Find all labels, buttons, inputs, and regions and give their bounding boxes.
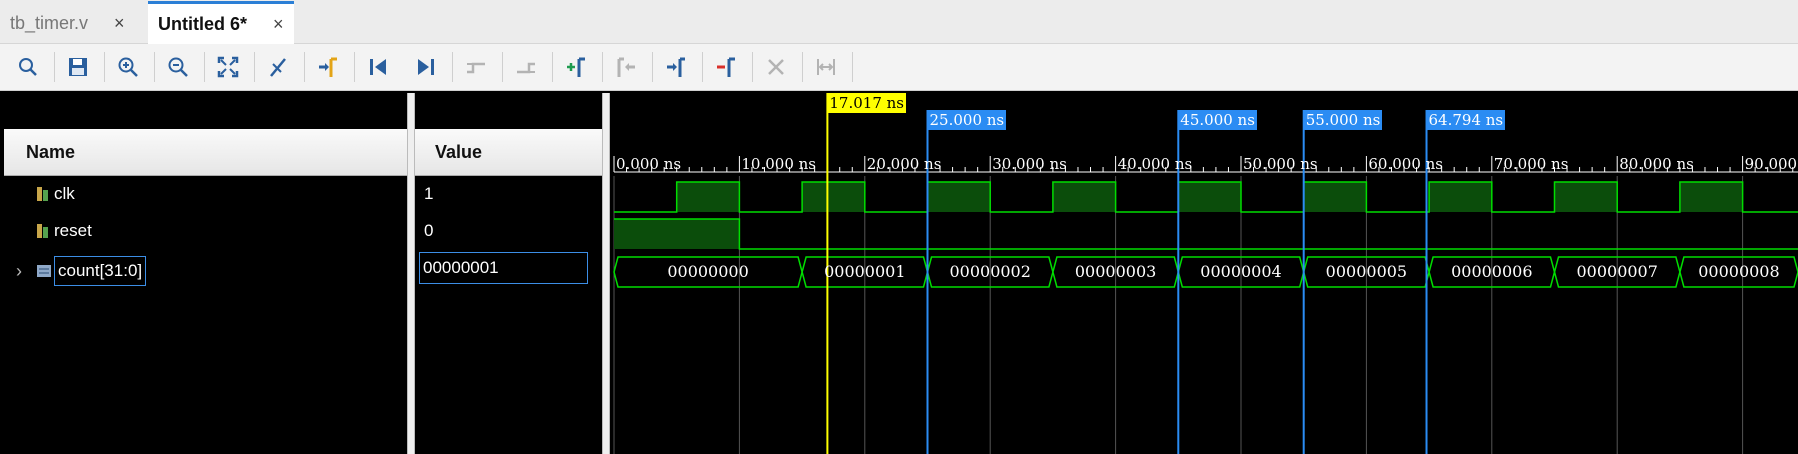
tab-label: Untitled 6* [158, 13, 248, 34]
tab-bar: tb_timer.v × Untitled 6* × [0, 0, 1798, 44]
cursor-snap-icon[interactable] [262, 52, 294, 82]
bus-value-label: 00000007 [1576, 262, 1658, 281]
name-header-label: Name [26, 141, 76, 162]
value-header-label: Value [435, 141, 483, 162]
signal-value-clk: 1 [424, 184, 434, 203]
signal-row-reset[interactable]: reset [36, 218, 92, 244]
tab-untitled-6[interactable]: Untitled 6* × [148, 1, 294, 44]
bus-value-label: 00000000 [667, 262, 749, 281]
signal-icon [37, 224, 48, 238]
marker-label[interactable]: 25.000 ns [927, 110, 1007, 130]
tick-label: 10.000 ns [741, 155, 817, 173]
search-icon[interactable] [12, 52, 44, 82]
tab-tb-timer[interactable]: tb_timer.v × [0, 4, 135, 42]
close-icon[interactable]: × [114, 13, 125, 34]
add-marker-icon[interactable] [560, 52, 592, 82]
marker-label[interactable]: 55.000 ns [1303, 110, 1383, 130]
next-marker-icon[interactable] [660, 52, 692, 82]
swap-cursors-icon[interactable] [760, 52, 792, 82]
tick-label: 50.000 ns [1243, 155, 1318, 173]
bus-icon [37, 265, 51, 277]
value-wave-splitter[interactable] [602, 93, 610, 454]
go-to-start-icon[interactable] [362, 52, 394, 82]
signal-name: count[31:0] [54, 256, 147, 286]
marker-label[interactable]: 64.794 ns [1426, 110, 1506, 130]
bus-value-label: 00000004 [1200, 262, 1282, 281]
zoom-out-icon[interactable] [162, 52, 194, 82]
tick-label: 40.000 ns [1117, 155, 1193, 173]
signal-value-count[interactable]: 00000001 [419, 252, 588, 284]
expand-chevron-icon[interactable]: › [16, 261, 36, 282]
bus-value-label: 00000002 [949, 262, 1031, 281]
signal-value-reset: 0 [424, 221, 434, 240]
value-column-header[interactable]: Value [415, 129, 602, 176]
name-column-header[interactable]: Name [4, 129, 407, 176]
bus-value-label: 00000006 [1451, 262, 1533, 281]
cursor-time-label[interactable]: 17.017 ns [827, 93, 907, 113]
tick-label: 30.000 ns [992, 155, 1067, 173]
tick-label: 60.000 ns [1368, 155, 1444, 173]
zoom-in-icon[interactable] [112, 52, 144, 82]
signal-row-count[interactable]: › count[31:0] [16, 255, 147, 287]
bus-value-label: 00000003 [1074, 262, 1157, 281]
signal-icon [37, 187, 48, 201]
marker-label[interactable]: 45.000 ns [1178, 110, 1257, 130]
fit-markers-icon[interactable] [810, 52, 842, 82]
tick-label: 90.000 [1744, 155, 1798, 173]
bus-value-label: 00000005 [1325, 262, 1408, 281]
signal-name: clk [54, 184, 75, 203]
next-transition-icon[interactable] [510, 52, 542, 82]
delete-marker-icon[interactable] [710, 52, 742, 82]
name-value-splitter[interactable] [407, 93, 415, 454]
tick-label: 70.000 ns [1493, 155, 1569, 173]
zoom-fit-icon[interactable] [212, 52, 244, 82]
toolbar [0, 44, 1798, 91]
tick-label: 80.000 ns [1619, 155, 1694, 173]
go-to-cursor-icon[interactable] [312, 52, 344, 82]
bus-value-label: 00000001 [824, 262, 906, 281]
tick-label: 0.000 ns [616, 155, 682, 173]
tab-label: tb_timer.v [10, 12, 89, 33]
signal-row-clk[interactable]: clk [36, 181, 75, 207]
previous-transition-icon[interactable] [460, 52, 492, 82]
bus-value-label: 00000008 [1698, 262, 1780, 281]
save-icon[interactable] [62, 52, 94, 82]
go-to-end-icon[interactable] [410, 52, 442, 82]
close-icon[interactable]: × [273, 14, 284, 35]
tick-label: 20.000 ns [866, 155, 942, 173]
signal-name: reset [54, 221, 92, 240]
previous-marker-icon[interactable] [610, 52, 642, 82]
